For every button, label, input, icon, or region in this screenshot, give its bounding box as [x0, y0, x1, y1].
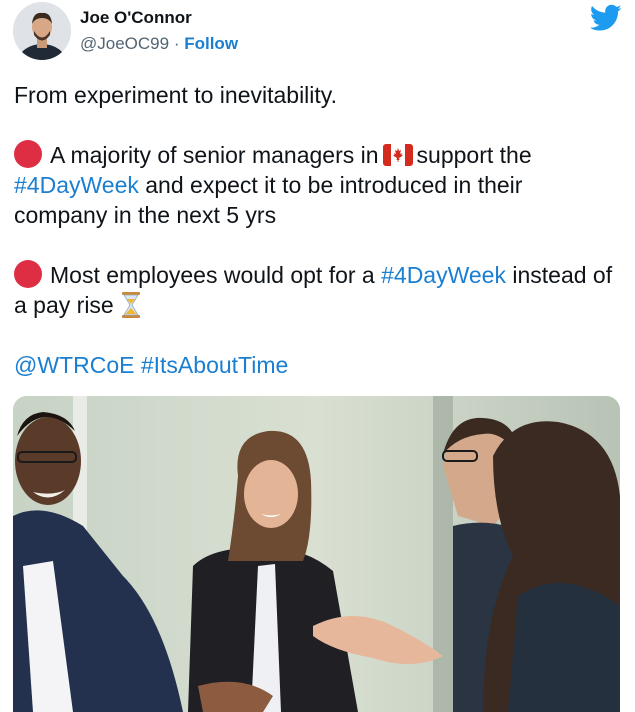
author-handle[interactable]: @JoeOC99 — [80, 34, 169, 53]
red-circle-icon — [14, 140, 42, 168]
twitter-bird-icon[interactable] — [590, 4, 622, 32]
author-handle-row: @JoeOC99 · Follow — [80, 34, 238, 54]
tweet-header: Joe O'Connor @JoeOC99 · Follow — [0, 0, 635, 72]
author-name[interactable]: Joe O'Connor — [80, 8, 192, 28]
p2-text-after: support the — [416, 142, 532, 168]
p2-text-before: A majority of senior managers in — [50, 142, 379, 168]
avatar[interactable] — [13, 2, 71, 60]
hourglass-icon — [121, 292, 140, 318]
hashtag-4dayweek-link[interactable]: #4DayWeek — [381, 262, 506, 288]
follow-button[interactable]: Follow — [184, 34, 238, 53]
hashtag-4dayweek-link[interactable]: #4DayWeek — [14, 172, 139, 198]
hashtag-itsabouttime-link[interactable]: #ItsAboutTime — [141, 352, 288, 378]
tweet-body: From experiment to inevitability. A majo… — [14, 80, 620, 380]
red-circle-icon — [14, 260, 42, 288]
tweet-paragraph-2: A majority of senior managers in support … — [14, 140, 620, 230]
tweet-paragraph-3: Most employees would opt for a #4DayWeek… — [14, 260, 620, 320]
p3-text-before: Most employees would opt for a — [50, 262, 375, 288]
tweet-tags-line: @WTRCoE #ItsAboutTime — [14, 350, 620, 380]
tweet-line-1: From experiment to inevitability. — [14, 82, 337, 108]
canada-flag-icon — [382, 144, 413, 166]
tweet-photo[interactable] — [13, 396, 620, 712]
mention-wtrcoe-link[interactable]: @WTRCoE — [14, 352, 134, 378]
separator-dot: · — [173, 34, 180, 53]
